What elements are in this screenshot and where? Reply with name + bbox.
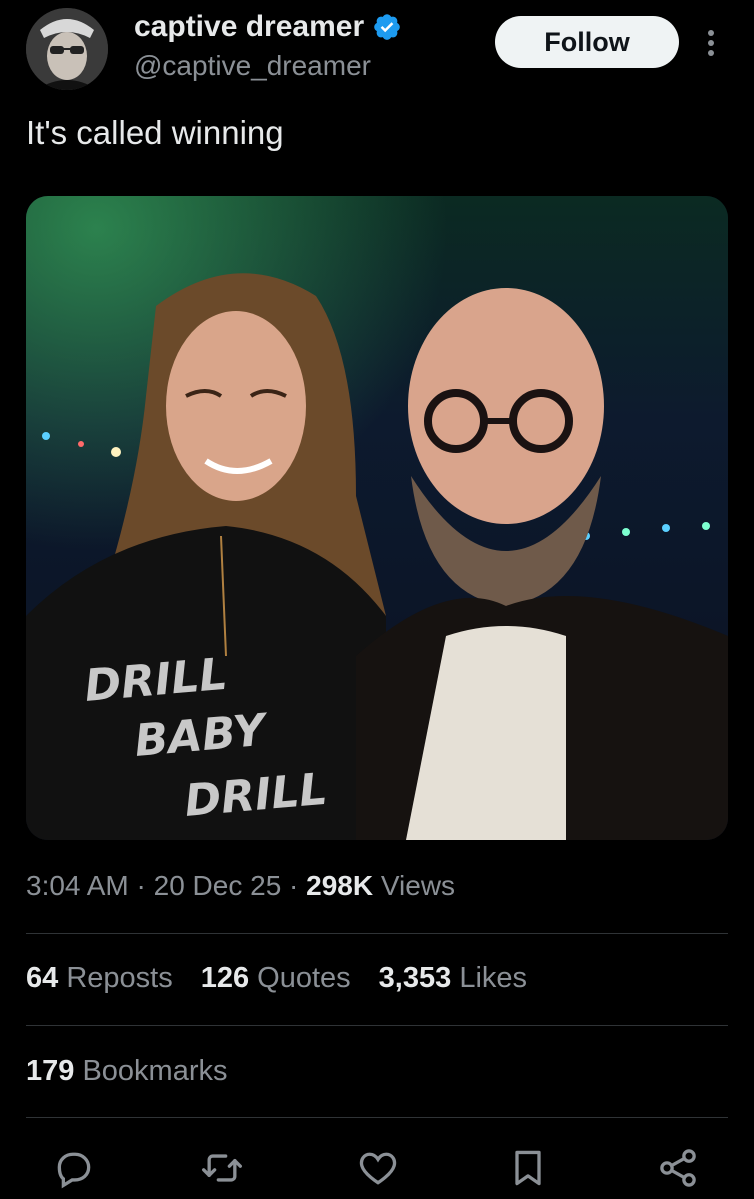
author-name[interactable]: captive dreamer [134,10,364,44]
tweet-photo[interactable]: DRILL BABY DRILL [26,196,728,840]
quotes-label: Quotes [257,962,351,994]
divider [26,933,728,934]
views-label: Views [380,870,456,901]
repost-button[interactable] [200,1146,244,1190]
reply-button[interactable] [52,1146,96,1190]
bookmarks-count: 179 [26,1055,75,1087]
reposts-stat[interactable]: 64 Reposts [26,962,173,995]
tweet-time[interactable]: 3:04 AM [26,870,129,901]
share-icon [660,1149,696,1187]
likes-label: Likes [459,962,528,994]
separator-dot: · [289,870,307,901]
likes-stat[interactable]: 3,353 Likes [379,962,527,995]
verified-badge-icon [374,14,400,40]
tweet-date[interactable]: 20 Dec 25 [154,870,282,901]
tweet-meta: 3:04 AM · 20 Dec 25 · 298K Views [26,870,455,902]
bookmarks-label: Bookmarks [82,1055,228,1087]
engagement-stats: 64 Reposts 126 Quotes 3,353 Likes [26,962,527,995]
quotes-count: 126 [200,962,250,994]
like-icon [359,1152,397,1185]
action-bar [0,1140,754,1196]
reply-icon [57,1152,91,1189]
share-button[interactable] [656,1146,700,1190]
likes-count: 3,353 [378,962,452,994]
author-handle[interactable]: @captive_dreamer [134,50,371,82]
quotes-stat[interactable]: 126 Quotes [201,962,351,995]
avatar-image [26,8,108,90]
follow-button[interactable]: Follow [495,16,679,68]
author-name-row[interactable]: captive dreamer [134,10,402,44]
reposts-count: 64 [26,962,59,994]
divider [26,1117,728,1118]
photo-image: DRILL BABY DRILL [26,196,728,840]
reposts-label: Reposts [66,962,173,994]
more-options-icon[interactable] [701,28,721,58]
bookmarks-stat[interactable]: 179 Bookmarks [26,1055,228,1088]
avatar[interactable] [26,8,108,90]
views-count: 298K [306,870,374,901]
separator-dot: · [136,870,154,901]
like-button[interactable] [356,1146,400,1190]
bookmark-button[interactable] [506,1146,550,1190]
tweet-text: It's called winning [26,114,284,151]
repost-icon [202,1154,242,1182]
divider [26,1025,728,1026]
bookmark-icon [515,1150,541,1186]
